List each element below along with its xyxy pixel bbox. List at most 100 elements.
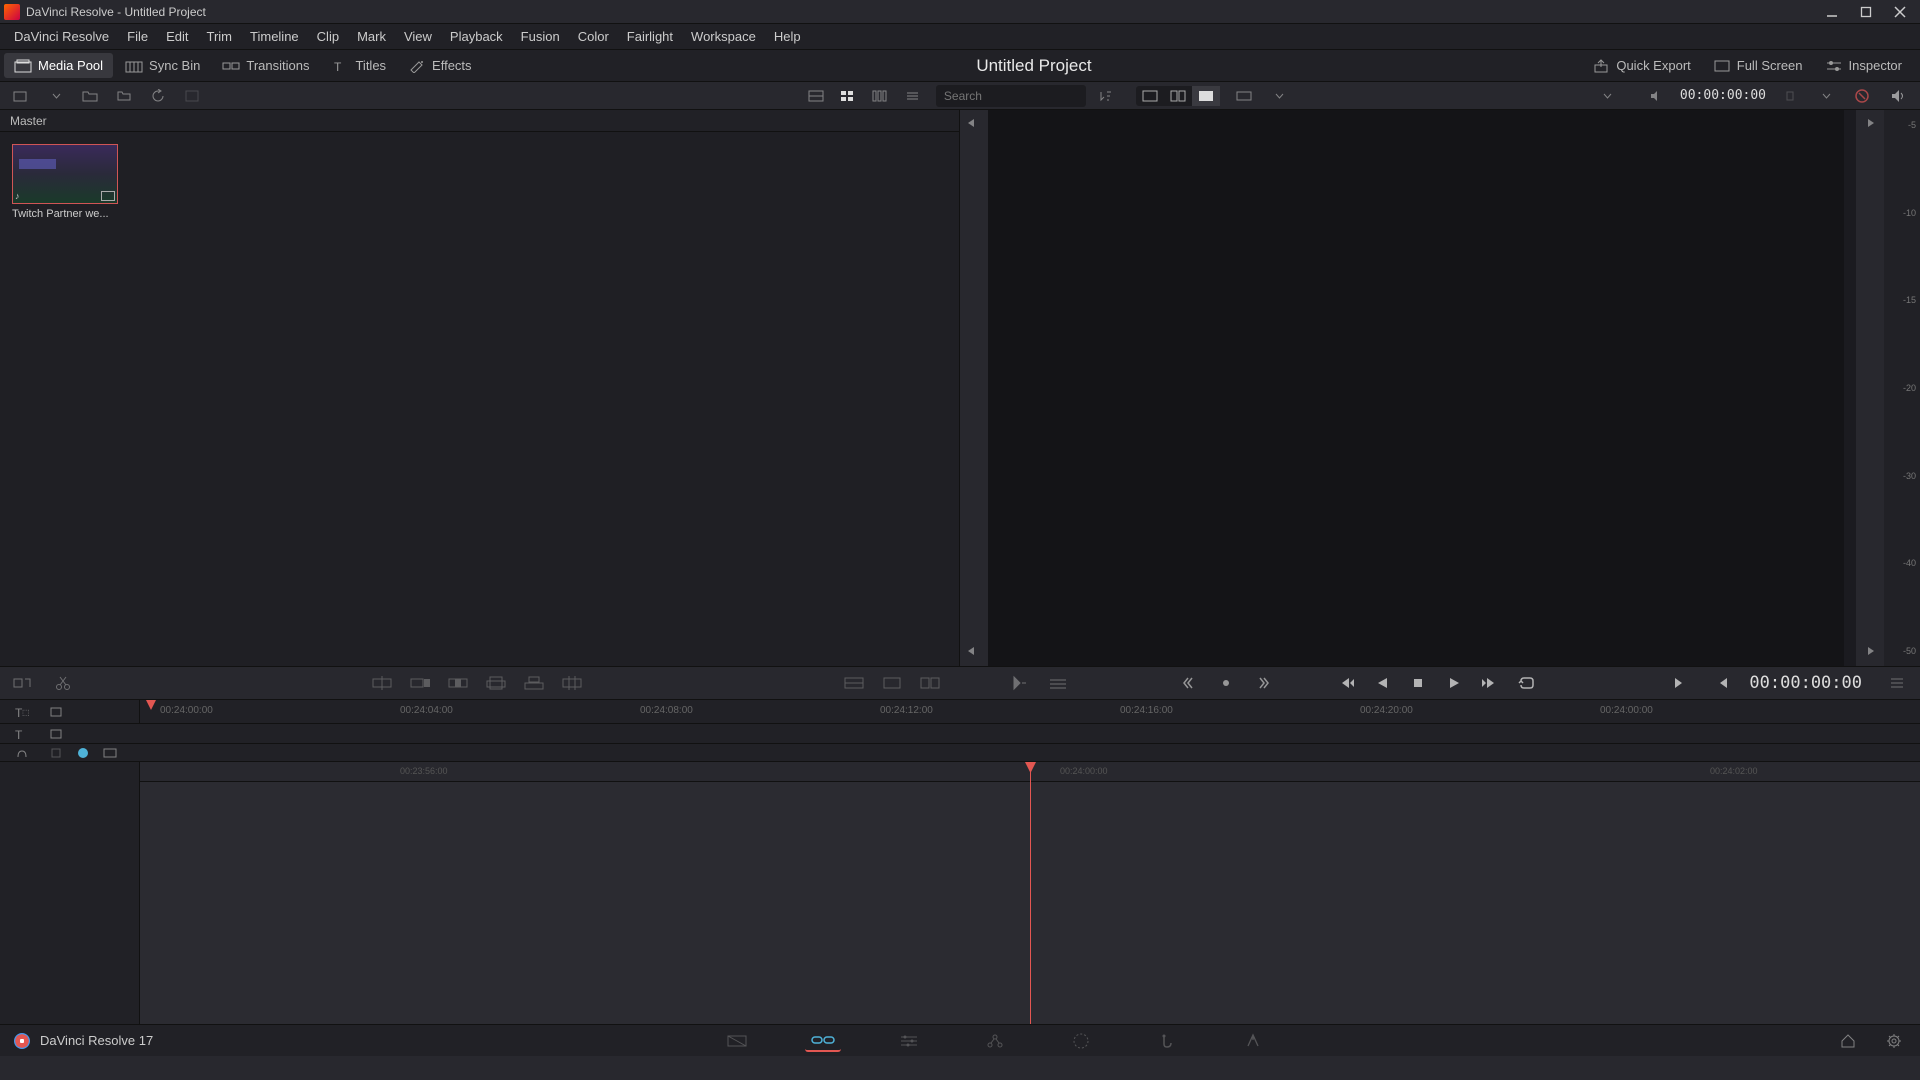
dual-viewer-button[interactable] [1164, 86, 1192, 106]
full-screen-button[interactable]: Full Screen [1703, 53, 1813, 78]
go-start-button[interactable] [1331, 670, 1361, 696]
color-page-button[interactable] [1063, 1030, 1099, 1052]
next-edit-button[interactable] [1247, 670, 1277, 696]
menu-trim[interactable]: Trim [199, 26, 241, 47]
expand-left-bottom-icon[interactable] [966, 644, 982, 660]
jog-button[interactable] [1211, 670, 1241, 696]
menu-fairlight[interactable]: Fairlight [619, 26, 681, 47]
menu-fusion[interactable]: Fusion [513, 26, 568, 47]
audio-trim-button[interactable] [1045, 671, 1071, 695]
project-settings-button[interactable] [1882, 1031, 1906, 1051]
list-view-button[interactable] [900, 86, 924, 106]
clip-dropdown[interactable] [1596, 86, 1620, 106]
maximize-button[interactable] [1858, 4, 1874, 20]
search-input[interactable] [944, 89, 1078, 103]
clip-thumbnail[interactable]: ♪ Twitch Partner we... [12, 144, 118, 220]
aspect-dropdown[interactable] [1268, 86, 1292, 106]
search-input-wrap[interactable] [936, 85, 1086, 107]
strip-view-button[interactable] [868, 86, 892, 106]
video-track-indicator[interactable] [78, 748, 88, 758]
menu-mark[interactable]: Mark [349, 26, 394, 47]
quick-export-button[interactable]: Quick Export [1582, 53, 1700, 78]
menu-davinci[interactable]: DaVinci Resolve [6, 26, 117, 47]
import-folder-button[interactable] [78, 86, 102, 106]
track-header-2[interactable] [44, 724, 68, 744]
options-chevron-icon[interactable] [1814, 86, 1838, 106]
source-tape-button[interactable] [1192, 86, 1220, 106]
go-end-button[interactable] [1475, 670, 1505, 696]
place-on-top-button[interactable] [521, 671, 547, 695]
close-up-button[interactable] [483, 671, 509, 695]
play-button[interactable] [1439, 670, 1469, 696]
play-reverse-button[interactable] [1367, 670, 1397, 696]
append-button[interactable] [407, 671, 433, 695]
resolve-icon[interactable] [180, 86, 204, 106]
thumbnail-view-button[interactable] [836, 86, 860, 106]
menu-view[interactable]: View [396, 26, 440, 47]
effects-button[interactable]: Effects [398, 53, 482, 78]
viewer-timecode[interactable]: 00:00:00:00 [1680, 88, 1766, 103]
timeline-timecode[interactable]: 00:00:00:00 [1749, 673, 1872, 693]
sort-button[interactable] [1094, 86, 1118, 106]
aspect-button[interactable] [1232, 86, 1256, 106]
metadata-view-button[interactable] [804, 86, 828, 106]
inspector-button[interactable]: Inspector [1815, 53, 1912, 78]
tools-1-button[interactable] [841, 671, 867, 695]
prev-edit-button[interactable] [1175, 670, 1205, 696]
tools-2-button[interactable] [879, 671, 905, 695]
track-header-1[interactable]: T [10, 724, 34, 744]
playhead-main[interactable] [1030, 762, 1031, 1024]
playhead-upper[interactable] [146, 700, 156, 710]
menu-file[interactable]: File [119, 26, 156, 47]
single-viewer-button[interactable] [1136, 86, 1164, 106]
menu-workspace[interactable]: Workspace [683, 26, 764, 47]
audio-toggle-icon[interactable] [1644, 86, 1668, 106]
import-media-button[interactable] [10, 86, 34, 106]
tools-3-button[interactable] [917, 671, 943, 695]
timeline-tracks[interactable]: 00:23:56:00 00:24:00:00 00:24:02:00 [0, 762, 1920, 1024]
snap-icon[interactable] [44, 743, 68, 763]
menu-clip[interactable]: Clip [309, 26, 347, 47]
menu-help[interactable]: Help [766, 26, 809, 47]
timeline-options-button[interactable] [1884, 671, 1910, 695]
smart-insert-button[interactable] [369, 671, 395, 695]
bypass-icon[interactable] [1850, 86, 1874, 106]
home-button[interactable] [1836, 1031, 1860, 1051]
deliver-page-button[interactable] [1235, 1030, 1271, 1052]
speaker-icon[interactable] [1886, 86, 1910, 106]
split-clip-button[interactable] [50, 671, 76, 695]
bin-name[interactable]: Master [0, 110, 959, 132]
expand-right-bottom-icon[interactable] [1862, 644, 1878, 660]
marker-tool-button[interactable] [10, 743, 34, 763]
expand-right-icon[interactable] [1862, 116, 1878, 132]
edit-page-button[interactable] [891, 1030, 927, 1052]
timeline-sync-button[interactable] [44, 702, 68, 722]
stop-button[interactable] [1403, 670, 1433, 696]
boring-detector-button[interactable] [10, 671, 36, 695]
fairlight-page-button[interactable] [1149, 1030, 1185, 1052]
expand-left-icon[interactable] [966, 116, 982, 132]
bin-area[interactable]: ♪ Twitch Partner we... [0, 132, 959, 666]
prev-clip-button[interactable] [1707, 670, 1737, 696]
close-button[interactable] [1892, 4, 1908, 20]
refresh-button[interactable] [146, 86, 170, 106]
menu-color[interactable]: Color [570, 26, 617, 47]
bin-list-button[interactable] [112, 86, 136, 106]
menu-timeline[interactable]: Timeline [242, 26, 307, 47]
timeline-lock-button[interactable]: T⬚ [10, 702, 34, 722]
media-page-button[interactable] [719, 1030, 755, 1052]
ripple-overwrite-button[interactable] [445, 671, 471, 695]
source-overwrite-button[interactable] [559, 671, 585, 695]
loop-button[interactable] [1511, 670, 1541, 696]
sync-bin-button[interactable]: Sync Bin [115, 53, 210, 78]
audio-track-icon[interactable] [98, 743, 122, 763]
marker-icon[interactable] [1778, 86, 1802, 106]
timeline-ruler-upper[interactable]: 00:24:00:00 00:24:04:00 00:24:08:00 00:2… [140, 700, 1920, 723]
menu-edit[interactable]: Edit [158, 26, 196, 47]
trim-mode-button[interactable] [1007, 671, 1033, 695]
fusion-page-button[interactable] [977, 1030, 1013, 1052]
transitions-button[interactable]: Transitions [212, 53, 319, 78]
next-clip-button[interactable] [1665, 670, 1695, 696]
source-viewer[interactable] [988, 110, 1844, 666]
media-pool-button[interactable]: Media Pool [4, 53, 113, 78]
